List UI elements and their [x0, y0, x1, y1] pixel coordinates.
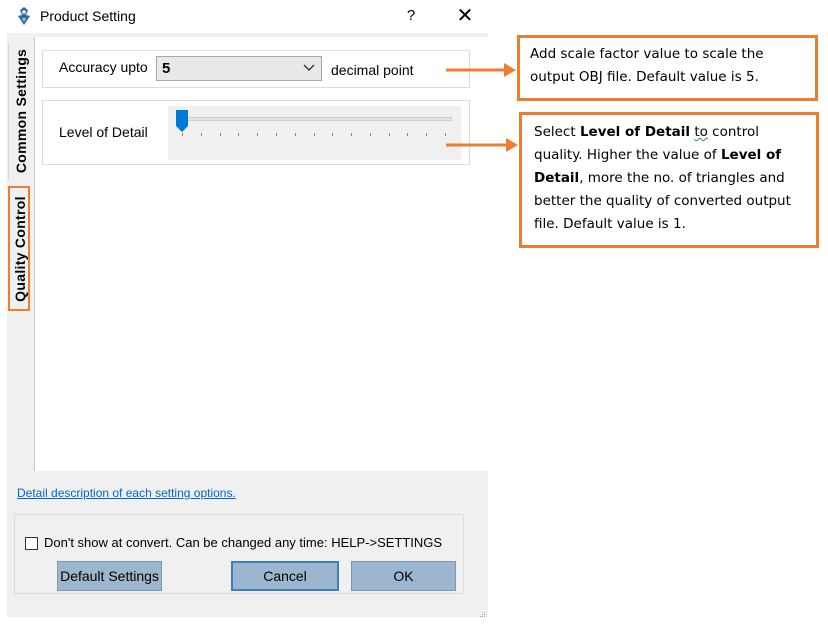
default-settings-button[interactable]: Default Settings	[57, 561, 162, 591]
accuracy-value: 5	[162, 60, 171, 77]
dont-show-checkbox-label[interactable]: Don't show at convert. Can be changed an…	[44, 535, 442, 550]
slider-tick	[426, 133, 428, 136]
cancel-button[interactable]: Cancel	[231, 561, 339, 591]
arrow-right-icon	[446, 138, 518, 152]
slider-tick	[275, 133, 277, 136]
lod-callout-bold1: Level of Detail	[579, 124, 691, 140]
slider-tick	[200, 133, 202, 136]
app-logo-icon	[18, 7, 30, 25]
settings-help-link[interactable]: Detail description of each setting optio…	[17, 486, 236, 500]
slider-tick	[313, 133, 315, 136]
accuracy-label: Accuracy upto	[59, 59, 148, 75]
decimal-point-label: decimal point	[331, 62, 414, 78]
close-button[interactable]: ✕	[452, 4, 478, 28]
slider-tick	[238, 133, 240, 136]
resize-grip-icon[interactable]	[478, 610, 486, 618]
accuracy-callout: Add scale factor value to scale the outp…	[517, 35, 818, 101]
accuracy-dropdown[interactable]: 5	[156, 56, 322, 81]
slider-tick	[332, 133, 334, 136]
slider-tick	[219, 133, 221, 136]
slider-tick	[257, 133, 259, 136]
slider-tick	[182, 133, 183, 136]
lod-callout-pre: Select	[534, 124, 580, 140]
tab-highlight-frame	[8, 186, 30, 311]
slider-tick	[407, 133, 409, 136]
arrow-right-icon	[446, 63, 516, 77]
slider-tick	[351, 133, 353, 136]
accuracy-callout-line2: output OBJ file. Default value is 5.	[530, 69, 759, 85]
slider-tick	[388, 133, 390, 136]
ok-button[interactable]: OK	[351, 561, 456, 591]
tab-common-settings[interactable]: Common Settings	[8, 42, 33, 180]
slider-tick	[294, 133, 296, 136]
product-setting-dialog: Product Setting ? ✕ Common Settings Qual…	[0, 0, 490, 624]
tab-common-settings-label: Common Settings	[13, 48, 29, 174]
slider-thumb[interactable]	[176, 110, 188, 132]
title-bar: Product Setting ? ✕	[0, 0, 490, 33]
dont-show-checkbox[interactable]	[25, 537, 38, 550]
level-of-detail-slider[interactable]	[168, 106, 461, 160]
lod-callout-to: to	[694, 124, 708, 140]
help-button[interactable]: ?	[400, 4, 422, 28]
slider-track[interactable]	[178, 117, 452, 121]
window-title: Product Setting	[40, 8, 136, 24]
level-of-detail-label: Level of Detail	[59, 124, 148, 140]
chevron-down-icon	[303, 64, 315, 71]
accuracy-callout-line1: Add scale factor value to scale the	[530, 46, 764, 62]
level-of-detail-callout: Select Level of Detail to control qualit…	[519, 112, 819, 248]
slider-tick	[369, 133, 371, 136]
